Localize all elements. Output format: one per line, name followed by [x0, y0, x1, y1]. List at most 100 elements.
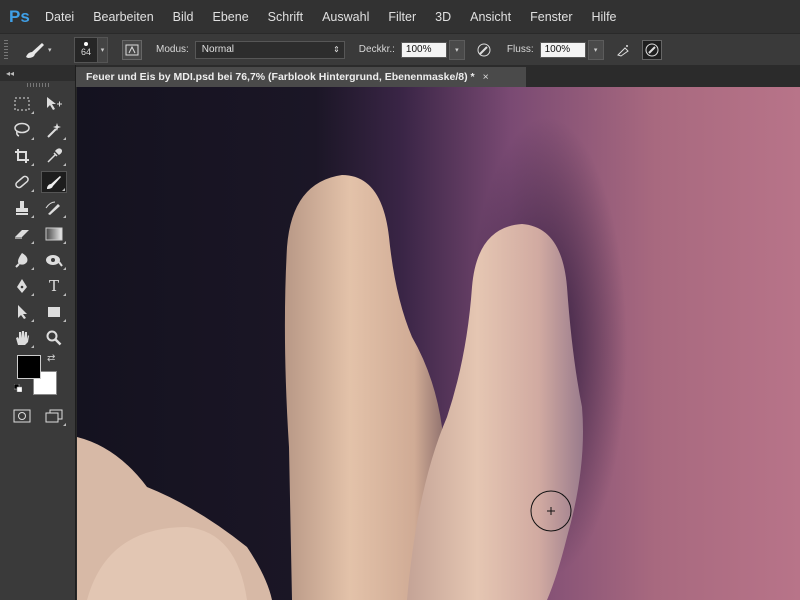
marquee-icon [14, 97, 30, 111]
eraser-tool[interactable] [9, 223, 35, 245]
flow-input[interactable]: 100% [539, 41, 586, 58]
color-swatches: ⇄ [0, 353, 75, 399]
opacity-input[interactable]: 100% [400, 41, 447, 58]
menu-ebene[interactable]: Ebene [213, 10, 249, 24]
type-tool[interactable]: T [41, 275, 67, 297]
menu-3d[interactable]: 3D [435, 10, 451, 24]
stamp-icon [16, 201, 28, 215]
foreground-color-swatch[interactable] [17, 355, 41, 379]
menu-bar: Ps Datei Bearbeiten Bild Ebene Schrift A… [0, 0, 800, 33]
document-title: Feuer und Eis by MDI.psd bei 76,7% (Farb… [86, 71, 475, 83]
tool-preset-picker[interactable]: ▾ [22, 38, 58, 62]
path-selection-tool[interactable] [9, 301, 35, 323]
history-brush-tool[interactable] [41, 197, 67, 219]
eyedropper-icon [47, 148, 62, 163]
eraser-icon [15, 230, 29, 239]
menu-schrift[interactable]: Schrift [268, 10, 303, 24]
healing-brush-tool[interactable] [9, 171, 35, 193]
quick-mask-icon [13, 409, 31, 423]
brush-icon [47, 176, 61, 189]
options-bar: ▾ 64 ▾ Modus: Normal ⇕ Deckkr.: 100% ▾ F… [0, 33, 800, 66]
blend-mode-select[interactable]: Normal ⇕ [194, 40, 345, 59]
canvas-image [77, 87, 800, 600]
brush-picker-dropdown[interactable]: ▾ [98, 36, 108, 63]
updown-icon: ⇕ [333, 45, 340, 54]
menu-fenster[interactable]: Fenster [530, 10, 572, 24]
brush-panel-icon [125, 44, 139, 55]
zoom-icon [46, 330, 62, 346]
opacity-dropdown[interactable]: ▾ [448, 39, 465, 60]
magic-wand-icon [47, 123, 61, 138]
brush-tool[interactable] [41, 171, 67, 193]
chevron-down-icon: ▾ [593, 46, 598, 54]
quick-mask-toggle[interactable] [9, 405, 35, 427]
document-tab-bar: Feuer und Eis by MDI.psd bei 76,7% (Farb… [76, 65, 800, 87]
airbrush-toggle[interactable] [614, 41, 632, 59]
document-tab[interactable]: Feuer und Eis by MDI.psd bei 76,7% (Farb… [76, 67, 526, 87]
tablet-pressure-icon [645, 43, 659, 56]
brush-size-picker[interactable]: 64 [74, 36, 98, 63]
screen-mode-toggle[interactable] [41, 405, 67, 427]
chevron-down-icon: ▾ [455, 46, 459, 54]
dodge-tool[interactable] [41, 249, 67, 271]
opacity-pressure-toggle[interactable] [475, 41, 493, 59]
menu-filter[interactable]: Filter [388, 10, 416, 24]
history-brush-icon [45, 201, 60, 215]
chevron-down-icon: ▾ [100, 46, 105, 54]
magic-wand-tool[interactable] [41, 119, 67, 141]
opacity-label: Deckkr.: [358, 44, 395, 55]
move-tool[interactable] [41, 93, 67, 115]
brush-icon [26, 42, 44, 58]
close-icon[interactable]: × [483, 71, 489, 83]
menu-bild[interactable]: Bild [173, 10, 194, 24]
chevron-down-icon: ▾ [48, 46, 52, 54]
menu-datei[interactable]: Datei [45, 10, 74, 24]
app-logo: Ps [9, 6, 30, 26]
brush-tip-icon [84, 42, 88, 46]
tools-panel-grip[interactable] [26, 83, 49, 87]
tools-panel-header: ◂◂ [0, 65, 75, 81]
lasso-tool[interactable] [9, 119, 35, 141]
hand-icon [16, 331, 29, 345]
pen-tool[interactable] [9, 275, 35, 297]
crop-tool[interactable] [9, 145, 35, 167]
eyedropper-tool[interactable] [41, 145, 67, 167]
menu-ansicht[interactable]: Ansicht [470, 10, 511, 24]
dodge-icon [46, 255, 63, 267]
type-icon: T [48, 277, 59, 295]
clone-stamp-tool[interactable] [9, 197, 35, 219]
hand-tool[interactable] [9, 327, 35, 349]
blend-mode-value: Normal [201, 44, 235, 55]
swap-colors-icon[interactable]: ⇄ [47, 353, 55, 364]
flow-label: Fluss: [506, 44, 534, 55]
rectangle-icon [48, 307, 60, 317]
pressure-icon [477, 43, 491, 56]
shape-tool[interactable] [41, 301, 67, 323]
collapse-icon[interactable]: ◂◂ [6, 69, 14, 78]
move-icon [47, 97, 62, 110]
screen-mode-icon [45, 409, 63, 423]
options-bar-grip[interactable] [4, 39, 8, 60]
zoom-tool[interactable] [41, 327, 67, 349]
marquee-tool[interactable] [9, 93, 35, 115]
brush-size-value: 64 [80, 47, 91, 57]
lasso-icon [14, 122, 30, 137]
mode-label: Modus: [156, 44, 189, 55]
document-canvas[interactable] [77, 87, 800, 600]
blur-icon [15, 253, 28, 268]
flow-dropdown[interactable]: ▾ [587, 39, 604, 60]
default-colors-icon[interactable] [14, 384, 22, 392]
gradient-icon [45, 227, 63, 241]
tools-panel: ◂◂ T ⇄ [0, 65, 76, 600]
tablet-size-toggle[interactable] [641, 39, 662, 60]
pen-icon [17, 279, 27, 293]
blur-tool[interactable] [9, 249, 35, 271]
bandage-icon [15, 175, 29, 189]
crop-icon [15, 149, 29, 163]
gradient-tool[interactable] [41, 223, 67, 245]
menu-bearbeiten[interactable]: Bearbeiten [93, 10, 153, 24]
menu-auswahl[interactable]: Auswahl [322, 10, 369, 24]
menu-hilfe[interactable]: Hilfe [592, 10, 617, 24]
brush-panel-toggle[interactable] [122, 39, 142, 60]
airbrush-icon [616, 44, 629, 57]
